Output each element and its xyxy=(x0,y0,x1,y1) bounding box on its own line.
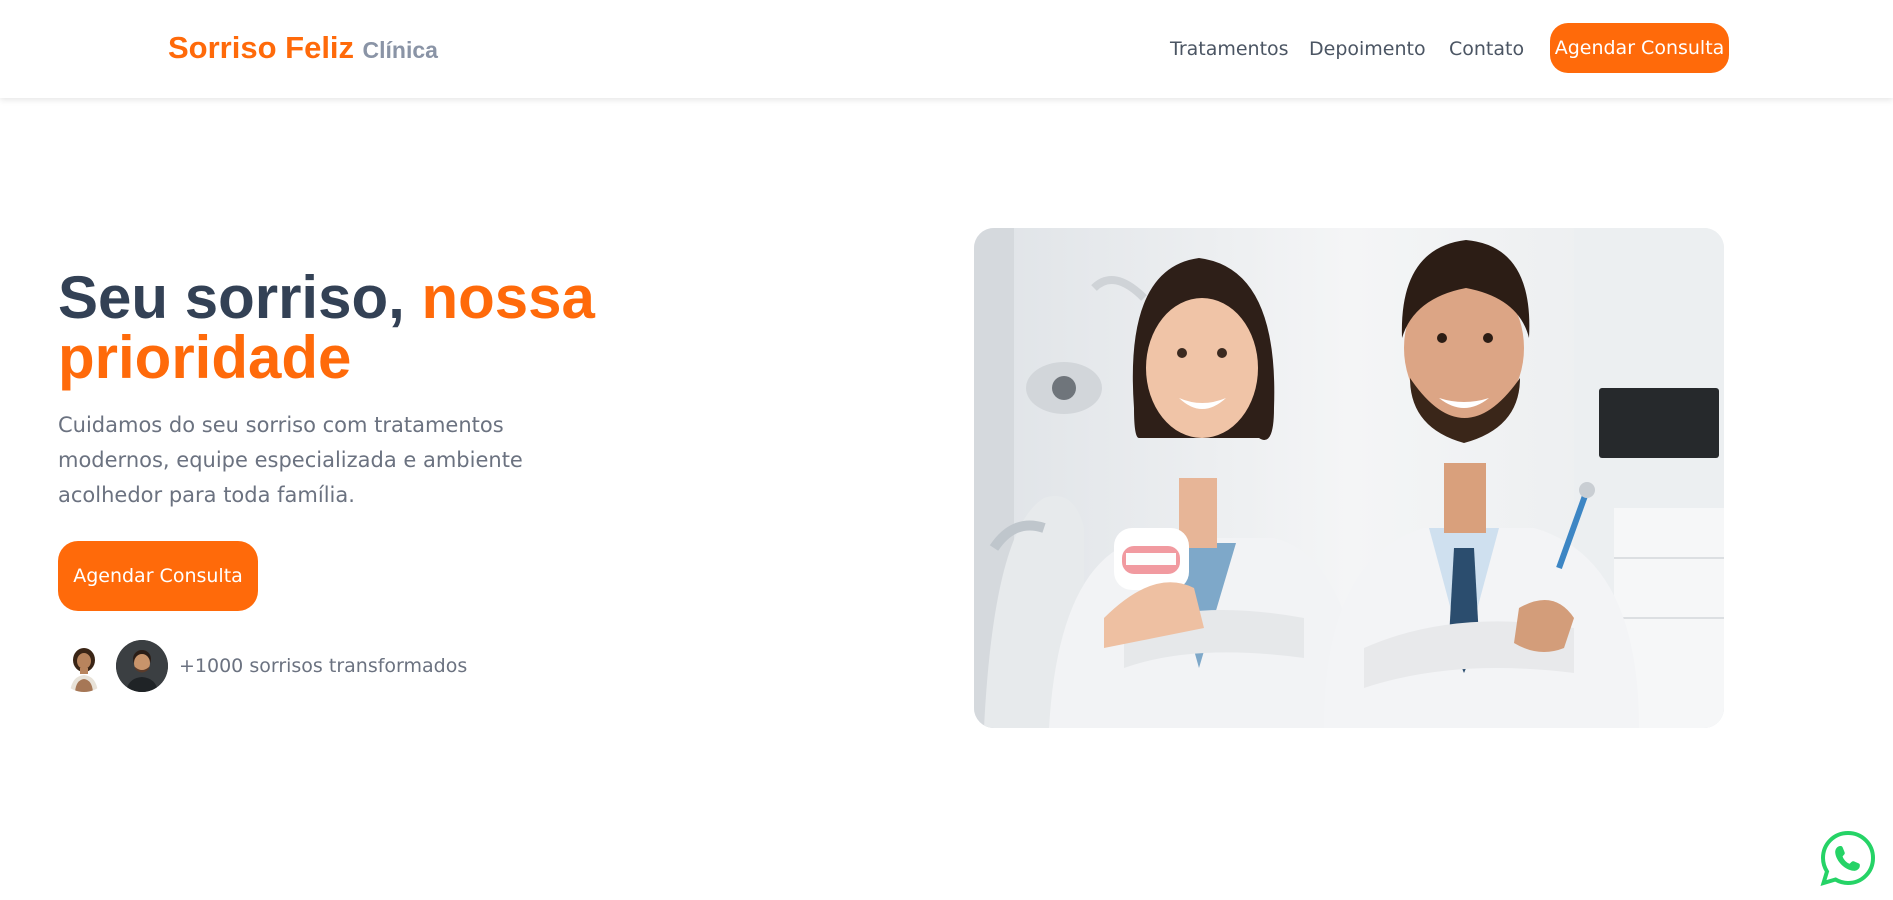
hero-title: Seu sorriso, nossa prioridade xyxy=(58,268,678,388)
brand-logo[interactable]: Sorriso Feliz Clínica xyxy=(168,30,438,66)
avatar xyxy=(116,640,168,692)
nav-link-tratamentos[interactable]: Tratamentos xyxy=(1170,38,1289,60)
social-proof-text: +1000 sorrisos transformados xyxy=(179,655,468,677)
hero-image xyxy=(974,228,1724,728)
site-header: Sorriso Feliz Clínica Tratamentos Depoim… xyxy=(0,0,1893,98)
header-schedule-button[interactable]: Agendar Consulta xyxy=(1550,23,1729,73)
nav-link-depoimento[interactable]: Depoimento xyxy=(1309,38,1426,60)
hero-description: Cuidamos do seu sorriso com tratamentos … xyxy=(58,413,523,507)
whatsapp-icon xyxy=(1820,830,1876,886)
nav-link-contato[interactable]: Contato xyxy=(1449,38,1524,60)
hero-schedule-button[interactable]: Agendar Consulta xyxy=(58,541,258,611)
brand-sub: Clínica xyxy=(362,37,438,63)
hero-title-part1: Seu sorriso, xyxy=(58,264,422,331)
brand-name: Sorriso Feliz xyxy=(168,30,355,65)
whatsapp-button[interactable] xyxy=(1820,830,1876,886)
avatar xyxy=(58,640,110,692)
